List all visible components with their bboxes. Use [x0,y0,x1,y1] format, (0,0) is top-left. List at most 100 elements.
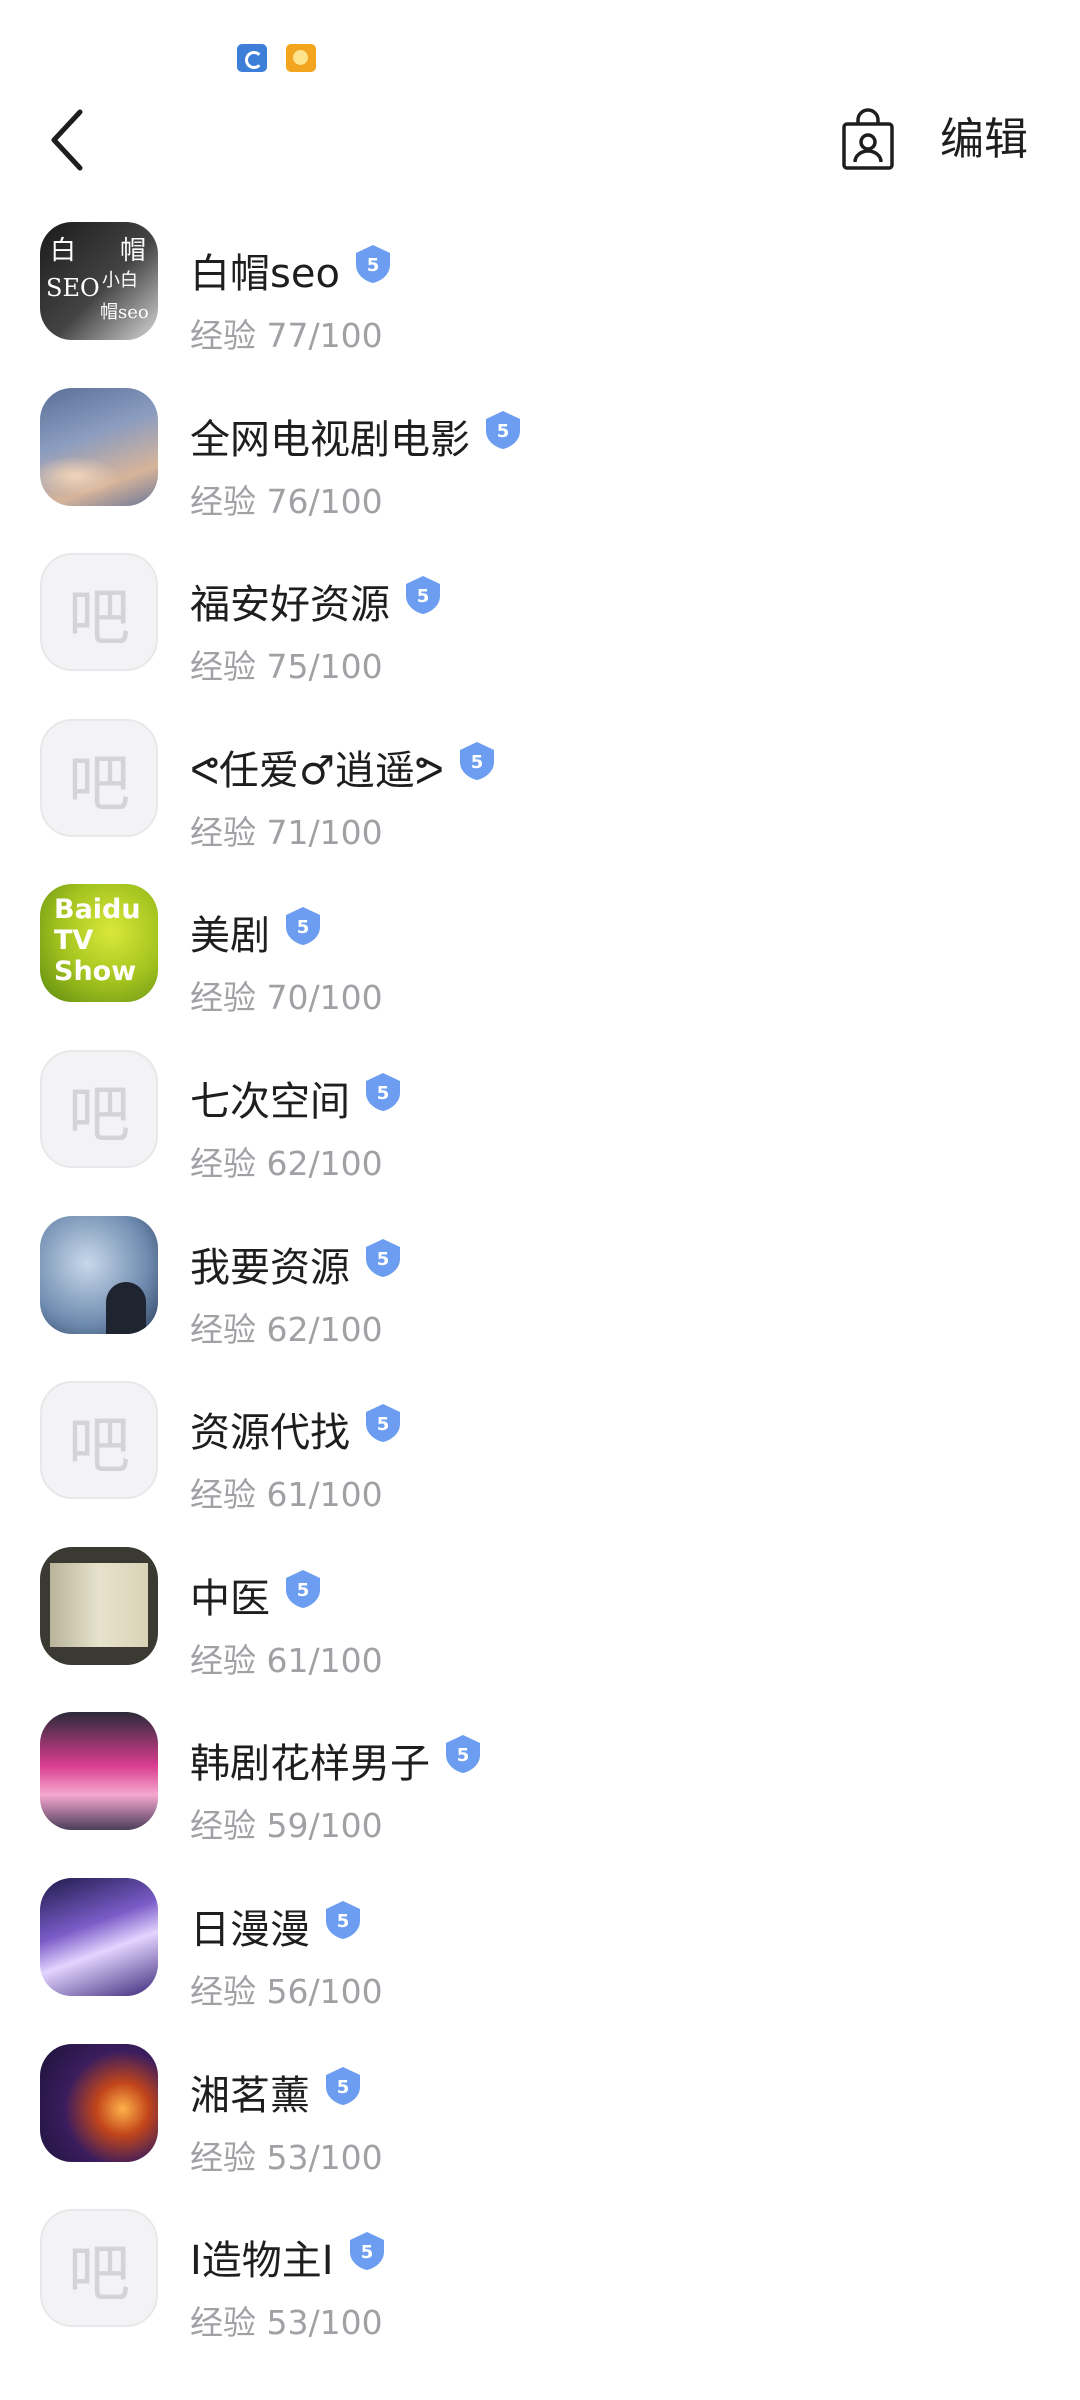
level-badge: 5 [442,1733,484,1775]
forum-name-row: I造物主I 5 [190,2231,388,2287]
exp-label: 经验 [190,647,256,687]
level-badge-icon: 5 [355,245,390,283]
forum-avatar [40,1546,158,1665]
exp-value: 62/100 [266,1309,383,1349]
shop-bag-icon [842,108,894,170]
avatar-text: 小白 [102,270,138,291]
placeholder-glyph: 吧 [67,1077,130,1151]
forum-list-item[interactable]: 全网电视剧电影 5 经验 76/100 [0,366,1080,532]
forum-avatar: 吧 [40,718,158,837]
exp-value: 53/100 [266,2303,383,2343]
placeholder-glyph: 吧 [67,746,130,820]
forum-exp: 经验 61/100 [190,1473,383,1517]
forum-list-item[interactable]: 韩剧花样男子 5 经验 59/100 [0,1690,1080,1856]
exp-value: 61/100 [266,1640,383,1680]
level-badge-icon: 5 [459,741,494,780]
forum-name: 七次空间 [190,1078,350,1125]
forum-name-row: 美剧 5 [190,906,324,962]
level-badge-icon: 5 [406,576,440,615]
svg-text:5: 5 [417,586,430,607]
level-badge: 5 [362,1237,404,1279]
forum-name: 白帽seo [190,251,340,297]
exp-value: 61/100 [266,1475,383,1515]
status-bar [0,0,1080,90]
forum-list-item[interactable]: 中医 5 经验 61/100 [0,1525,1080,1691]
forum-name: 中医 [190,1575,270,1622]
exp-value: 71/100 [266,812,383,852]
forum-list-item[interactable]: 白 帽 SEO 小白 帽seo 白帽seo 5 经验 77/100 [0,200,1080,366]
exp-value: 53/100 [266,2137,383,2177]
forum-list-item[interactable]: 吧 I造物主I 5 经验 53/100 [0,2187,1080,2353]
forum-exp: 经验 61/100 [190,1639,383,1683]
level-badge-icon: 5 [366,1238,400,1277]
level-badge: 5 [482,409,524,451]
level-badge-icon: 5 [446,1735,480,1774]
forum-exp: 经验 77/100 [190,314,383,358]
forum-list-item[interactable]: 吧 福安好资源 5 经验 75/100 [0,531,1080,697]
forum-list-item[interactable]: 我要资源 5 经验 62/100 [0,1194,1080,1360]
forum-exp: 经验 62/100 [190,1142,383,1186]
forum-name: 湘茗薰 [190,2072,310,2119]
level-badge: 5 [362,1071,404,1113]
forum-name-row: 日漫漫 5 [190,1900,364,1956]
level-badge-icon: 5 [366,1404,400,1443]
svg-text:5: 5 [297,1580,310,1601]
level-badge-icon: 5 [286,1569,320,1608]
forum-exp: 经验 56/100 [190,1970,383,2014]
forum-name-row: 湘茗薰 5 [190,2066,364,2122]
forum-name: 日漫漫 [190,1906,310,1953]
level-badge-icon: 5 [349,2232,384,2271]
svg-text:5: 5 [377,1414,390,1435]
forum-name-row: 白帽seo 5 [190,244,394,300]
exp-label: 经验 [190,2303,256,2343]
exp-value: 76/100 [266,481,383,521]
exp-label: 经验 [190,1309,256,1349]
avatar-text: SEO [46,274,100,302]
forum-list-item[interactable]: 吧 ᕙ任爱♂逍遥ᕗ 5 经验 71/100 [0,697,1080,863]
avatar-text: Baidu TV Show [54,894,141,988]
exp-label: 经验 [190,812,256,852]
forum-name: I造物主I [190,2238,334,2285]
forum-exp: 经验 70/100 [190,976,383,1020]
exp-label: 经验 [190,1971,256,2011]
svg-text:5: 5 [337,1911,350,1932]
level-badge: 5 [282,905,324,947]
avatar-text: 帽seo [100,302,149,323]
forum-avatar: 白 帽 SEO 小白 帽seo [40,222,158,340]
level-badge: 5 [352,243,394,285]
level-badge: 5 [362,1402,404,1444]
exp-label: 经验 [190,1475,256,1515]
notification-app-icon-2 [286,44,316,72]
forum-exp: 经验 76/100 [190,480,383,524]
svg-text:5: 5 [377,1083,390,1104]
exp-value: 75/100 [266,647,383,687]
exp-label: 经验 [190,1640,256,1680]
forum-exp: 经验 62/100 [190,1308,383,1352]
forum-name: 韩剧花样男子 [190,1741,430,1788]
forum-avatar [40,1215,158,1334]
forum-name: 福安好资源 [190,582,390,629]
back-button[interactable] [40,100,100,180]
exp-label: 经验 [190,316,256,355]
forum-list-item[interactable]: 日漫漫 5 经验 56/100 [0,1856,1080,2022]
forum-list-item[interactable]: 吧 七次空间 5 经验 62/100 [0,1028,1080,1194]
exp-label: 经验 [190,481,256,521]
exp-value: 77/100 [266,316,383,355]
forum-list-item[interactable]: 湘茗薰 5 经验 53/100 [0,2022,1080,2188]
level-badge-icon: 5 [366,1072,400,1111]
level-badge-icon: 5 [286,907,320,946]
shop-button[interactable] [838,108,898,172]
forum-exp: 经验 71/100 [190,811,383,855]
forum-list: 白 帽 SEO 小白 帽seo 白帽seo 5 经验 77/100 全网电视剧电影 5 经验 76/… [0,200,1080,2353]
forum-exp: 经验 75/100 [190,645,383,689]
chevron-left-icon [51,109,83,171]
level-badge-icon: 5 [326,1900,360,1939]
edit-button[interactable]: 编辑 [940,110,1028,170]
forum-name: ᕙ任爱♂逍遥ᕗ [190,747,444,794]
forum-list-item[interactable]: 吧 资源代找 5 经验 61/100 [0,1359,1080,1525]
forum-exp: 经验 59/100 [190,1804,383,1848]
forum-list-item[interactable]: Baidu TV Show 美剧 5 经验 70/100 [0,862,1080,1028]
svg-text:5: 5 [457,1745,470,1766]
forum-name-row: 韩剧花样男子 5 [190,1734,484,1790]
forum-name-row: 七次空间 5 [190,1072,404,1128]
